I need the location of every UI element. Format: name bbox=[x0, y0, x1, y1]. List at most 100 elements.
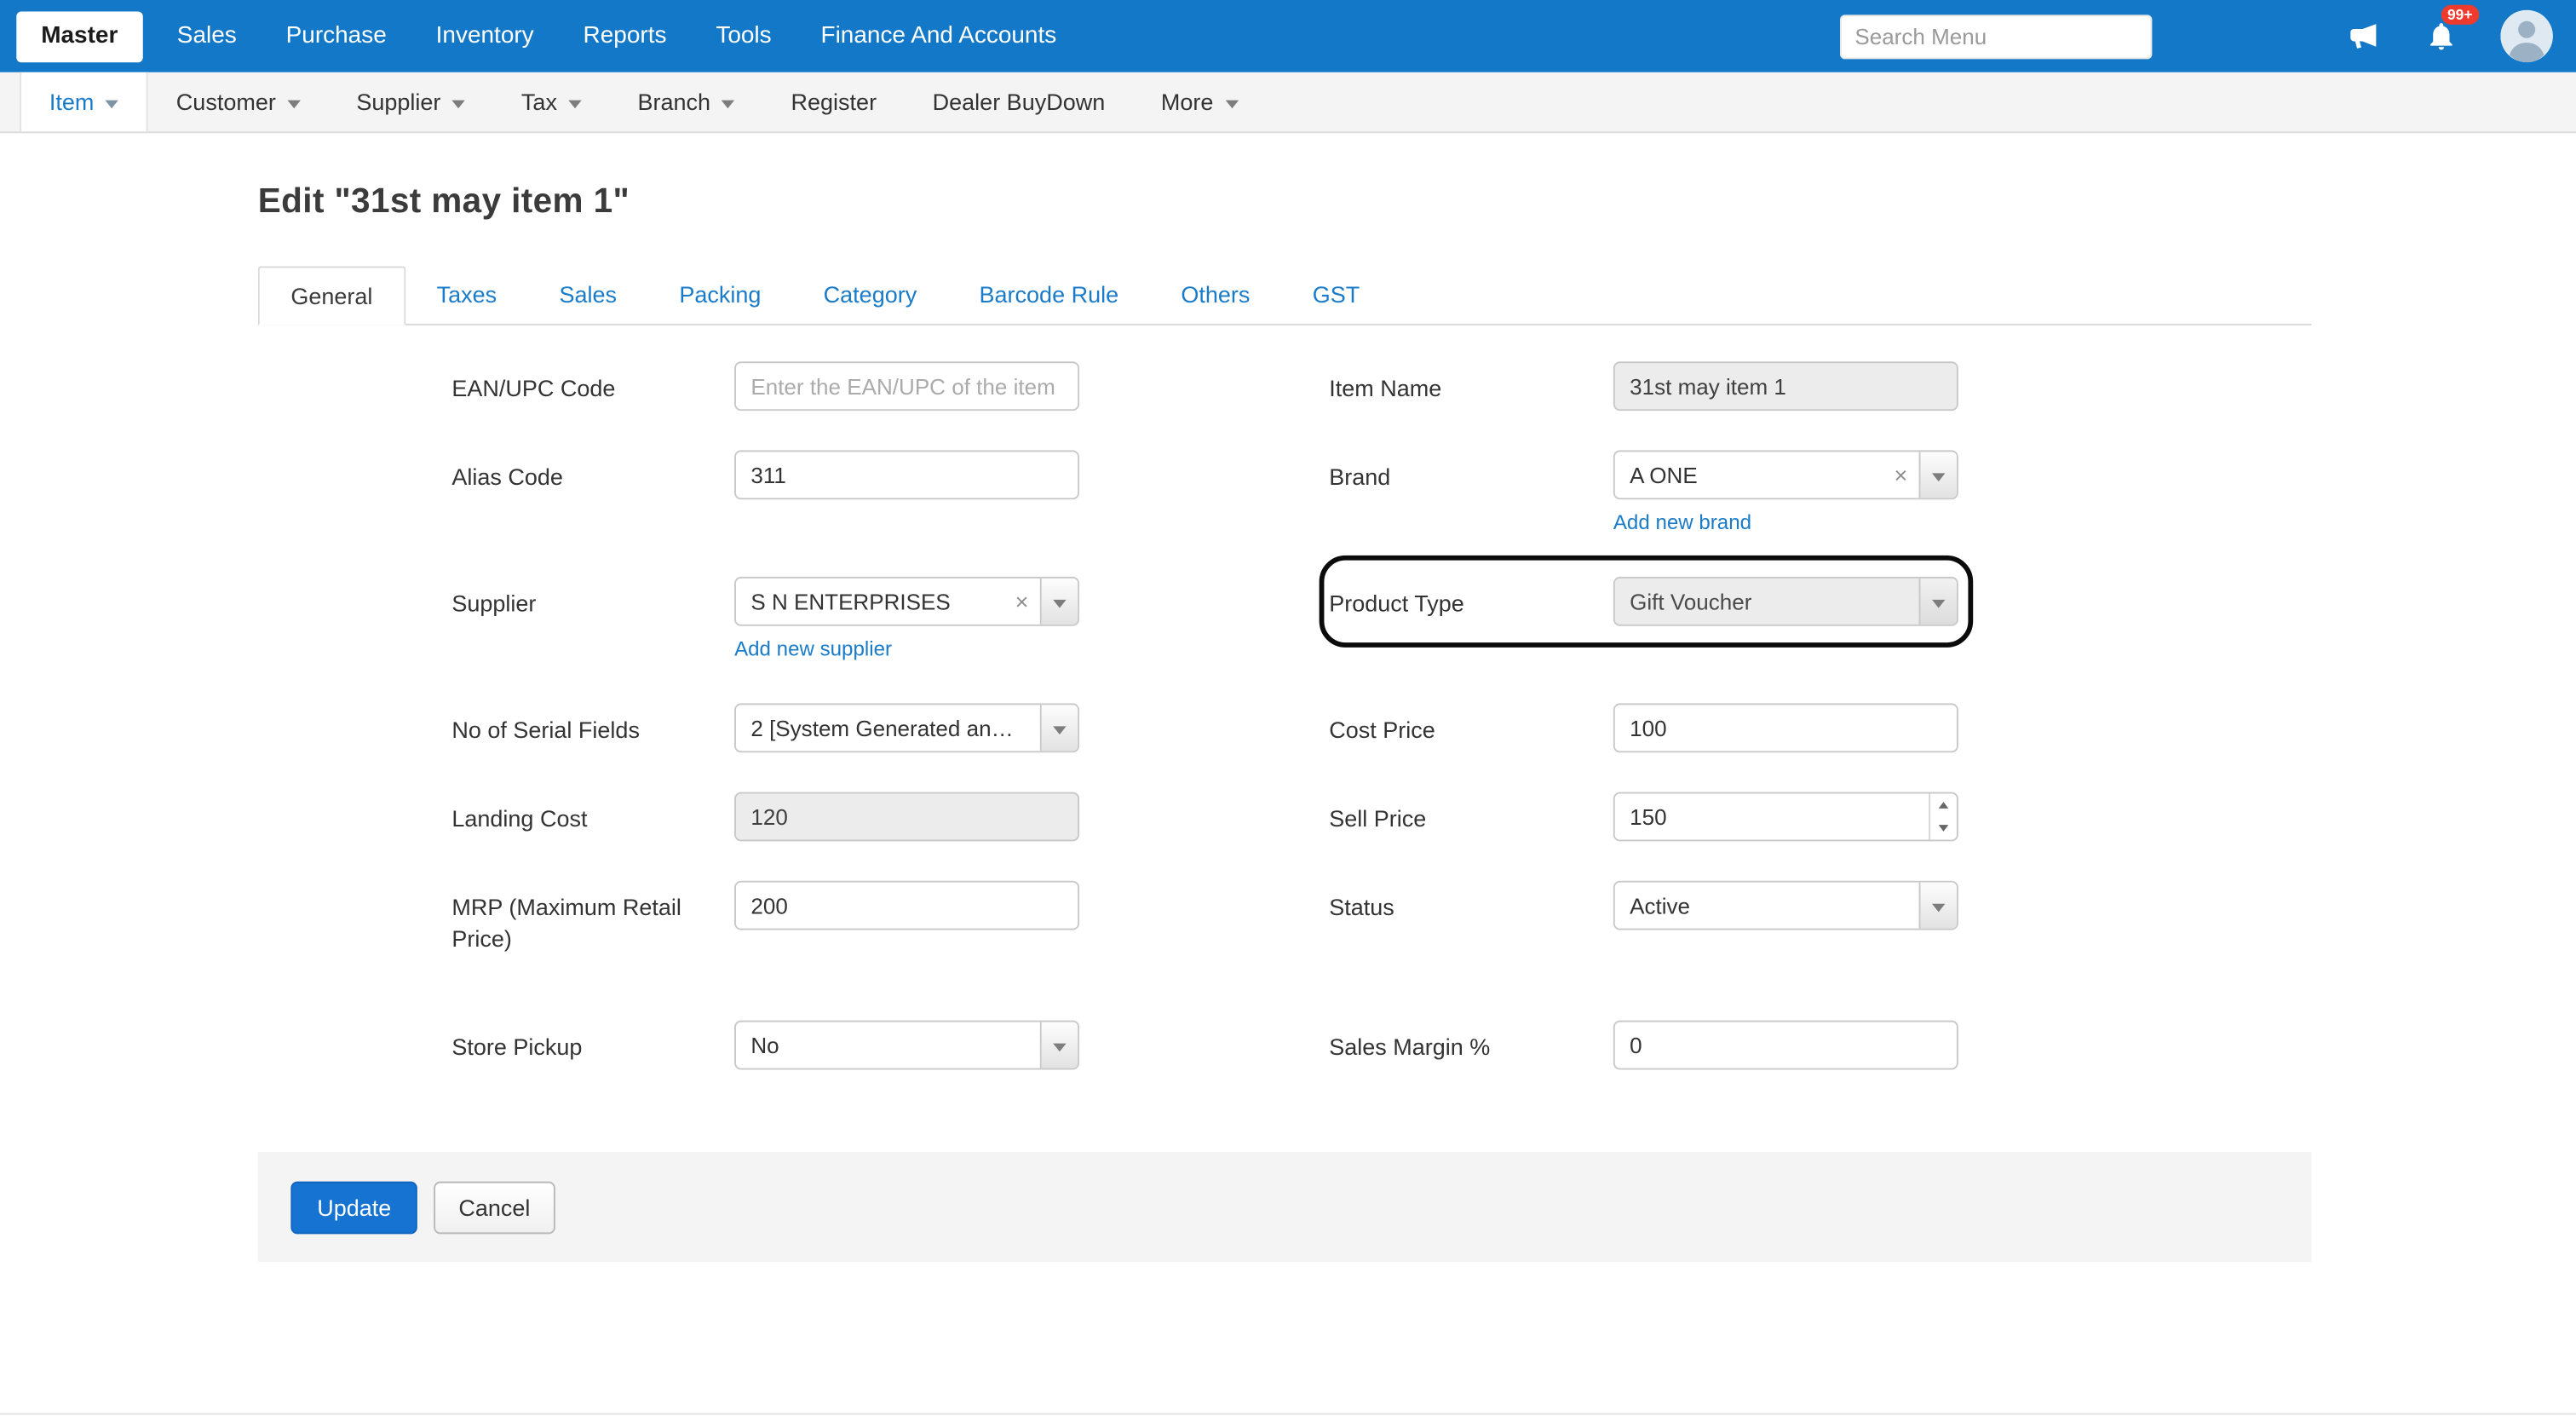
serial-fields-label: No of Serial Fields bbox=[451, 703, 734, 746]
subnav-supplier[interactable]: Supplier bbox=[329, 72, 494, 131]
form-row: Alias Code Brand A ONE × Add new brand bbox=[451, 450, 2311, 537]
alias-code-label: Alias Code bbox=[451, 450, 734, 492]
supplier-clear-icon[interactable]: × bbox=[1003, 579, 1039, 625]
chevron-down-icon bbox=[568, 100, 581, 108]
form-action-bar: Update Cancel bbox=[258, 1152, 2312, 1262]
chevron-down-icon bbox=[452, 100, 465, 108]
cost-price-label: Cost Price bbox=[1329, 703, 1613, 746]
alias-code-input[interactable] bbox=[734, 450, 1079, 499]
chevron-down-icon bbox=[1053, 725, 1066, 734]
announcement-icon[interactable] bbox=[2346, 18, 2382, 54]
tab-packing[interactable]: Packing bbox=[648, 266, 792, 325]
add-new-brand-link[interactable]: Add new brand bbox=[1613, 511, 1751, 534]
status-value: Active bbox=[1615, 893, 1919, 918]
subnav-customer-label: Customer bbox=[176, 89, 276, 115]
spin-down-button[interactable] bbox=[1930, 816, 1957, 839]
top-navbar: Master Sales Purchase Inventory Reports … bbox=[0, 0, 2576, 72]
subnav-item-label: Item bbox=[49, 89, 95, 115]
cost-price-input[interactable] bbox=[1613, 703, 1958, 752]
supplier-dropdown-button[interactable] bbox=[1040, 579, 1078, 625]
subnav-customer[interactable]: Customer bbox=[148, 72, 329, 131]
serial-fields-select[interactable]: 2 [System Generated and ... bbox=[734, 703, 1079, 752]
store-pickup-dropdown-button[interactable] bbox=[1040, 1022, 1078, 1068]
nav-sales[interactable]: Sales bbox=[152, 0, 262, 72]
mrp-label: MRP (Maximum Retail Price) bbox=[451, 881, 734, 955]
chevron-down-icon bbox=[106, 100, 118, 108]
chevron-down-icon bbox=[1932, 472, 1945, 481]
mrp-input[interactable] bbox=[734, 881, 1079, 930]
sell-price-input[interactable] bbox=[1615, 793, 1929, 839]
sales-margin-input[interactable] bbox=[1613, 1021, 1958, 1070]
user-avatar[interactable] bbox=[2500, 10, 2553, 63]
tab-barcode-rule[interactable]: Barcode Rule bbox=[948, 266, 1150, 325]
subnav-dealer-buydown[interactable]: Dealer BuyDown bbox=[905, 72, 1133, 131]
notification-bell-icon[interactable]: 99+ bbox=[2425, 20, 2458, 53]
chevron-down-icon bbox=[722, 100, 735, 108]
tab-category[interactable]: Category bbox=[792, 266, 948, 325]
status-dropdown-button[interactable] bbox=[1919, 883, 1957, 929]
subnav-supplier-label: Supplier bbox=[356, 89, 440, 115]
store-pickup-value: No bbox=[736, 1033, 1040, 1057]
form-row: No of Serial Fields 2 [System Generated … bbox=[451, 703, 2311, 752]
search-input[interactable] bbox=[1840, 14, 2152, 58]
nav-tools[interactable]: Tools bbox=[691, 0, 796, 72]
tab-others[interactable]: Others bbox=[1150, 266, 1281, 325]
form-row: Supplier S N ENTERPRISES × Add new suppl… bbox=[451, 577, 2311, 664]
ean-upc-label: EAN/UPC Code bbox=[451, 361, 734, 404]
form-row: MRP (Maximum Retail Price) Status Active bbox=[451, 881, 2311, 955]
subnav-branch[interactable]: Branch bbox=[610, 72, 763, 131]
subnav-branch-label: Branch bbox=[637, 89, 710, 115]
nav-reports[interactable]: Reports bbox=[559, 0, 692, 72]
subnav-register[interactable]: Register bbox=[763, 72, 905, 131]
subnav-more[interactable]: More bbox=[1133, 72, 1266, 131]
nav-purchase[interactable]: Purchase bbox=[262, 0, 411, 72]
tab-taxes[interactable]: Taxes bbox=[405, 266, 528, 325]
arrow-up-icon bbox=[1939, 802, 1949, 809]
arrow-down-icon bbox=[1939, 825, 1949, 832]
tab-bar: General Taxes Sales Packing Category Bar… bbox=[258, 266, 2312, 325]
supplier-combobox[interactable]: S N ENTERPRISES × bbox=[734, 577, 1079, 626]
subnav-tax[interactable]: Tax bbox=[493, 72, 610, 131]
product-type-select: Gift Voucher bbox=[1613, 577, 1958, 626]
update-button[interactable]: Update bbox=[290, 1181, 417, 1234]
sell-price-label: Sell Price bbox=[1329, 792, 1613, 835]
brand-combobox[interactable]: A ONE × bbox=[1613, 450, 1958, 499]
supplier-value: S N ENTERPRISES bbox=[736, 589, 1003, 613]
sales-margin-label: Sales Margin % bbox=[1329, 1021, 1613, 1063]
subnav-item[interactable]: Item bbox=[20, 72, 148, 131]
sell-price-stepper bbox=[1613, 792, 1958, 842]
tab-sales[interactable]: Sales bbox=[528, 266, 648, 325]
tab-gst[interactable]: GST bbox=[1281, 266, 1391, 325]
nav-inventory[interactable]: Inventory bbox=[411, 0, 559, 72]
status-select[interactable]: Active bbox=[1613, 881, 1958, 930]
supplier-label: Supplier bbox=[451, 577, 734, 619]
notification-count-badge: 99+ bbox=[2441, 5, 2479, 25]
item-name-input bbox=[1613, 361, 1958, 411]
tab-general[interactable]: General bbox=[258, 266, 405, 325]
spin-up-button[interactable] bbox=[1930, 793, 1957, 816]
brand-dropdown-button[interactable] bbox=[1919, 452, 1957, 498]
cancel-button[interactable]: Cancel bbox=[434, 1181, 555, 1234]
serial-fields-dropdown-button[interactable] bbox=[1040, 705, 1078, 751]
subnav-dealer-buydown-label: Dealer BuyDown bbox=[933, 89, 1106, 115]
chevron-down-icon bbox=[287, 100, 300, 108]
status-label: Status bbox=[1329, 881, 1613, 924]
sell-price-spin-buttons bbox=[1929, 793, 1957, 839]
nav-master[interactable]: Master bbox=[16, 11, 142, 62]
subnav-register-label: Register bbox=[791, 89, 877, 115]
brand-clear-icon[interactable]: × bbox=[1883, 452, 1918, 498]
landing-cost-label: Landing Cost bbox=[451, 792, 734, 835]
add-new-supplier-link[interactable]: Add new supplier bbox=[734, 637, 892, 660]
brand-value: A ONE bbox=[1615, 463, 1883, 487]
store-pickup-select[interactable]: No bbox=[734, 1021, 1079, 1070]
chevron-down-icon bbox=[1932, 599, 1945, 607]
nav-finance-accounts[interactable]: Finance And Accounts bbox=[796, 0, 1082, 72]
app-root: Master Sales Purchase Inventory Reports … bbox=[0, 0, 2576, 1428]
serial-fields-value: 2 [System Generated and ... bbox=[736, 716, 1040, 740]
ean-upc-input[interactable] bbox=[734, 361, 1079, 411]
chevron-down-icon bbox=[1053, 599, 1066, 607]
form-row: Store Pickup No Sales Margin % bbox=[451, 1021, 2311, 1070]
sub-navbar: Item Customer Supplier Tax Branch Regist… bbox=[0, 72, 2576, 133]
store-pickup-label: Store Pickup bbox=[451, 1021, 734, 1063]
subnav-more-label: More bbox=[1161, 89, 1214, 115]
